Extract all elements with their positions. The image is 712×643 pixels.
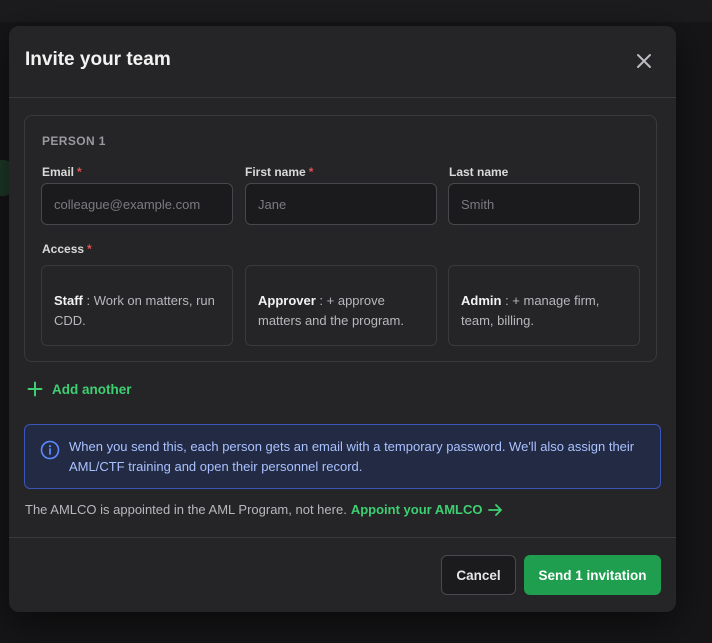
required-marker: * xyxy=(87,242,92,256)
person-card: PERSON 1 Email* First name* Last name Ac… xyxy=(24,115,657,362)
close-button[interactable] xyxy=(633,50,655,72)
info-text: When you send this, each person gets an … xyxy=(69,439,635,474)
send-invitation-button[interactable]: Send 1 invitation xyxy=(524,555,661,595)
appoint-amlco-label: Appoint your AMLCO xyxy=(350,502,483,517)
plus-icon xyxy=(27,381,43,397)
last-name-field[interactable] xyxy=(448,183,640,225)
amlco-note: The AMLCO is appointed in the AML Progra… xyxy=(25,502,503,517)
modal-title: Invite your team xyxy=(25,49,171,70)
person-label: PERSON 1 xyxy=(42,134,106,148)
info-banner: When you send this, each person gets an … xyxy=(24,424,661,489)
close-icon xyxy=(637,54,651,68)
appoint-amlco-link[interactable]: Appoint your AMLCO xyxy=(351,502,504,517)
role-name: Staff xyxy=(54,293,83,308)
role-name: Admin xyxy=(461,293,502,308)
email-field[interactable] xyxy=(41,183,233,225)
last-name-label: Last name xyxy=(449,165,508,179)
last-name-label-text: Last name xyxy=(449,165,509,179)
required-marker: * xyxy=(308,165,314,179)
footer-divider xyxy=(9,537,676,538)
first-name-field[interactable] xyxy=(245,183,437,225)
amlco-text: The AMLCO is appointed in the AML Progra… xyxy=(25,502,347,517)
role-name: Approver xyxy=(258,293,316,308)
required-marker: * xyxy=(77,165,82,179)
add-another-button[interactable]: Add another xyxy=(27,378,132,400)
first-name-label-text: First name xyxy=(245,165,306,179)
access-label: Access * xyxy=(42,242,92,256)
role-option-staff[interactable]: Staff : Work on matters, run CDD. xyxy=(41,265,233,346)
add-another-label: Add another xyxy=(52,381,132,397)
arrow-right-icon xyxy=(488,503,503,516)
invite-team-modal: Invite your team PERSON 1 Email* First n… xyxy=(9,26,676,612)
email-label: Email * xyxy=(42,165,82,179)
cancel-button[interactable]: Cancel xyxy=(441,555,516,595)
background-header xyxy=(0,0,712,22)
first-name-label: First name * xyxy=(245,165,313,179)
email-label-text: Email xyxy=(42,165,75,179)
access-label-text: Access xyxy=(42,242,85,256)
role-option-admin[interactable]: Admin : + manage firm, team, billing. xyxy=(448,265,640,346)
role-option-approver[interactable]: Approver : + approve matters and the pro… xyxy=(245,265,437,346)
modal-header: Invite your team xyxy=(9,26,676,98)
info-icon xyxy=(40,440,60,460)
